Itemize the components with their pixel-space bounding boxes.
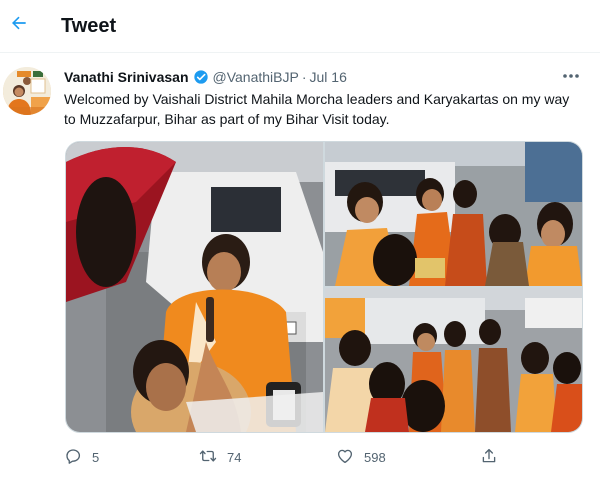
- like-button[interactable]: 598: [336, 446, 386, 468]
- tweet-photo[interactable]: [325, 142, 582, 286]
- more-options-icon: [562, 66, 580, 84]
- retweet-button[interactable]: 74: [199, 446, 241, 468]
- tweet-text: Welcomed by Vaishali District Mahila Mor…: [64, 91, 570, 127]
- share-button[interactable]: [480, 446, 498, 468]
- page-title: Tweet: [61, 15, 117, 37]
- reply-count: 5: [92, 449, 100, 465]
- author-name[interactable]: Vanathi Srinivasan: [64, 69, 189, 85]
- like-count: 598: [364, 449, 386, 465]
- verified-badge-icon: [193, 69, 209, 85]
- page-header: Tweet: [0, 0, 600, 53]
- share-icon: [480, 447, 498, 468]
- tweet-actions: 5 74 598: [64, 446, 514, 468]
- arrow-left-icon: [9, 13, 29, 38]
- avatar[interactable]: [3, 67, 51, 115]
- media-column: [325, 142, 582, 432]
- reply-icon: [64, 447, 82, 468]
- retweet-icon: [199, 447, 217, 468]
- back-button[interactable]: [4, 8, 34, 42]
- tweet-photo[interactable]: [66, 142, 323, 432]
- tweet-date[interactable]: Jul 16: [310, 69, 347, 85]
- reply-button[interactable]: 5: [64, 446, 99, 468]
- author-handle[interactable]: @VanathiBJP: [213, 69, 299, 85]
- media-gallery: [65, 141, 583, 433]
- tweet-header: Vanathi Srinivasan @VanathiBJP · Jul 16: [64, 67, 347, 87]
- tweet-photo[interactable]: [325, 288, 582, 432]
- heart-icon: [336, 447, 354, 468]
- tweet: Vanathi Srinivasan @VanathiBJP · Jul 16 …: [0, 53, 600, 483]
- separator-dot: ·: [301, 69, 307, 85]
- retweet-count: 74: [227, 449, 242, 465]
- more-options-button[interactable]: [560, 67, 582, 83]
